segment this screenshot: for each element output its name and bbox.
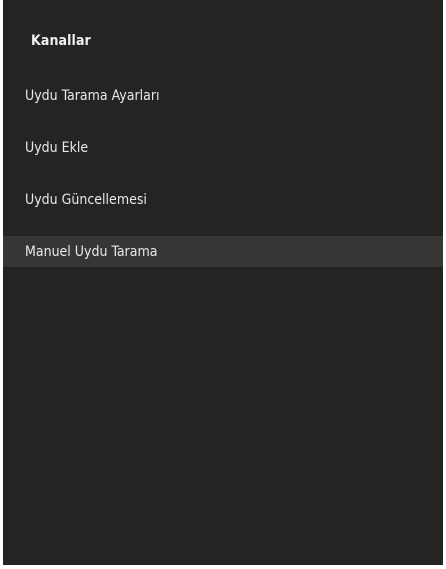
menu-item-label: Uydu Güncellemesi (25, 192, 147, 208)
channels-settings-panel: Kanallar Uydu Tarama Ayarları Uydu Ekle … (3, 0, 443, 565)
channels-menu: Uydu Tarama Ayarları Uydu Ekle Uydu Günc… (3, 70, 443, 267)
menu-item-label: Uydu Tarama Ayarları (25, 88, 160, 104)
menu-item-satellite-scan-settings[interactable]: Uydu Tarama Ayarları (3, 70, 443, 122)
menu-item-satellite-update[interactable]: Uydu Güncellemesi (3, 174, 443, 226)
menu-item-manual-satellite-scan[interactable]: Manuel Uydu Tarama (3, 236, 443, 267)
menu-item-label: Uydu Ekle (25, 140, 89, 156)
menu-item-label: Manuel Uydu Tarama (25, 243, 158, 260)
menu-item-add-satellite[interactable]: Uydu Ekle (3, 122, 443, 174)
panel-title: Kanallar (31, 33, 91, 49)
